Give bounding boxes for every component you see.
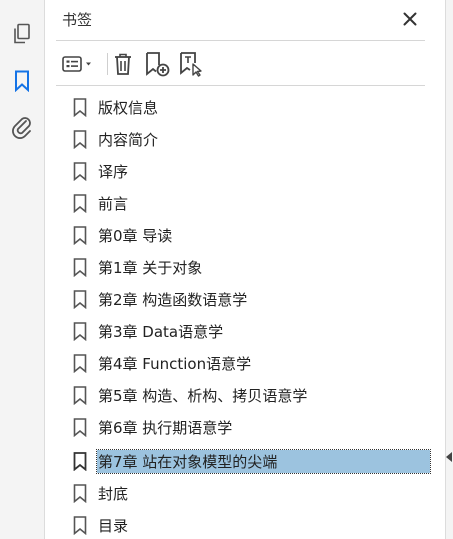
- bookmark-item[interactable]: 第5章 构造、析构、拷贝语意学: [72, 382, 432, 408]
- bookmark-icon: [72, 451, 88, 471]
- bookmark-icon: [72, 161, 88, 181]
- delete-bookmark-icon: [115, 53, 131, 75]
- bookmark-item[interactable]: 第1章 关于对象: [72, 254, 432, 280]
- bookmark-label: 内容简介: [98, 130, 159, 149]
- panel-title: 书签: [62, 11, 93, 29]
- new-bookmark-from-structure-icon: [180, 52, 202, 77]
- bookmark-item[interactable]: 第6章 执行期语意学: [72, 414, 432, 440]
- bookmark-icon: [72, 225, 88, 245]
- bookmark-label: 第2章 构造函数语意学: [98, 290, 248, 309]
- new-bookmark-icon: [146, 52, 170, 77]
- bookmark-item[interactable]: 第2章 构造函数语意学: [72, 286, 432, 312]
- bookmark-icon: [72, 417, 88, 437]
- collapse-panel-arrow-icon[interactable]: [446, 452, 452, 462]
- bookmark-item[interactable]: 第0章 导读: [72, 222, 432, 248]
- bookmark-icon: [72, 321, 88, 341]
- bookmark-label: 译序: [98, 162, 129, 181]
- bookmark-label: 第6章 执行期语意学: [98, 418, 233, 437]
- bookmark-label: 第4章 Function语意学: [98, 354, 252, 373]
- bookmark-label: 第0章 导读: [98, 226, 173, 245]
- bookmark-icon: [72, 515, 88, 535]
- bookmark-item-selected[interactable]: 第7章 站在对象模型的尖端: [72, 448, 432, 474]
- bookmark-icon: [72, 385, 88, 405]
- bookmark-label: 第7章 站在对象模型的尖端: [96, 448, 431, 474]
- bookmark-item[interactable]: 内容简介: [72, 126, 432, 152]
- bookmark-icon: [72, 353, 88, 373]
- close-icon: [403, 12, 417, 26]
- bookmark-icon: [72, 289, 88, 309]
- bookmarks-toolbar: [58, 50, 428, 78]
- bookmark-label: 前言: [98, 194, 129, 213]
- bookmark-icon: [72, 193, 88, 213]
- bookmark-item[interactable]: 版权信息: [72, 94, 432, 120]
- bookmark-icon: [72, 257, 88, 277]
- divider: [56, 40, 425, 41]
- bookmark-icon: [72, 129, 88, 149]
- delete-bookmark-button[interactable]: [112, 50, 134, 78]
- new-bookmark-from-structure-button[interactable]: [178, 50, 204, 78]
- bookmark-label: 封底: [98, 484, 129, 503]
- divider: [56, 85, 425, 86]
- bookmarks-panel: 书签 版权信息 内容简介 译序 前言 第0章 导读 第1章 关于对象 第2章 构…: [45, 0, 445, 539]
- bookmark-icon[interactable]: [9, 68, 35, 94]
- bookmark-label: 第5章 构造、析构、拷贝语意学: [98, 386, 308, 405]
- left-navigation-bar: [0, 0, 45, 539]
- bookmark-icon: [72, 483, 88, 503]
- pages-icon[interactable]: [9, 21, 35, 47]
- bookmark-label: 版权信息: [98, 98, 159, 117]
- bookmark-icon: [72, 97, 88, 117]
- options-menu-button[interactable]: [60, 50, 98, 78]
- bookmark-item[interactable]: 译序: [72, 158, 432, 184]
- bookmark-label: 第3章 Data语意学: [98, 322, 224, 341]
- close-button[interactable]: [400, 9, 420, 29]
- bookmark-item[interactable]: 第4章 Function语意学: [72, 350, 432, 376]
- bookmark-item[interactable]: 目录: [72, 512, 432, 538]
- bookmark-label: 目录: [98, 516, 129, 535]
- bookmark-item[interactable]: 第3章 Data语意学: [72, 318, 432, 344]
- bookmark-item[interactable]: 前言: [72, 190, 432, 216]
- bookmark-label: 第1章 关于对象: [98, 258, 203, 277]
- options-menu-icon: [62, 56, 91, 72]
- bookmark-item[interactable]: 封底: [72, 480, 432, 506]
- new-bookmark-button[interactable]: [144, 50, 170, 78]
- attachment-icon[interactable]: [9, 114, 35, 140]
- toolbar-separator: [107, 53, 108, 75]
